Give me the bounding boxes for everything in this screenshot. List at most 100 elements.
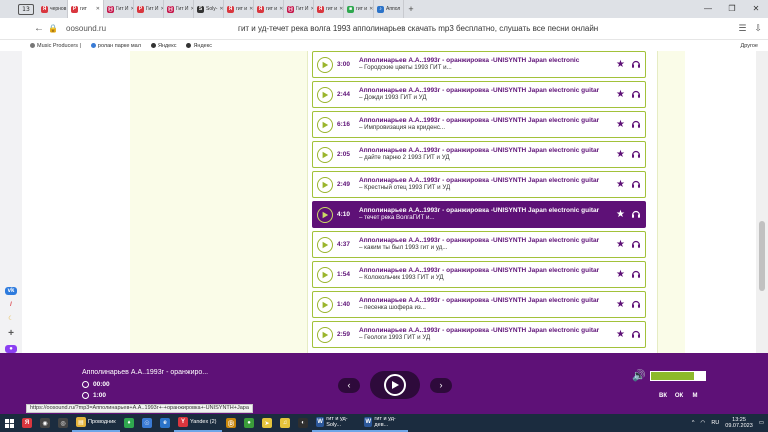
volume-slider[interactable] [649,370,706,381]
star-icon[interactable]: ★ [616,59,625,70]
browser-tab[interactable]: ■ гит и ✕ [344,0,374,18]
track-title[interactable]: Апполинарьев А.А..1993г - оранжировка -U… [359,267,612,275]
taskbar-app[interactable]: Ⓓ [222,414,240,432]
moon-icon[interactable]: ☾ [5,315,17,323]
track-row[interactable]: 6:16 Апполинарьев А.А..1993г - оранжировк… [312,111,646,138]
wifi-icon[interactable]: ◠ [701,420,706,426]
taskbar-clock[interactable]: 13:25 09.07.2023 [725,417,753,429]
tray-chevron-icon[interactable]: ^ [692,420,695,426]
star-icon[interactable]: ★ [616,269,625,280]
taskbar-app[interactable]: ◎ [54,414,72,432]
track-row[interactable]: 2:44 Апполинарьев А.А..1993г - оранжировк… [312,81,646,108]
lock-icon[interactable]: 🔒 [46,24,60,33]
browser-tab[interactable]: PГит И✕ [134,0,164,18]
windows-start-icon[interactable] [0,414,18,432]
bookmark-yandex-2[interactable]: Яндекс [186,43,212,49]
taskbar-app[interactable]: Wгит и уд-Soly... [312,414,360,432]
track-title[interactable]: Апполинарьев А.А..1993г - оранжировка -U… [359,237,612,245]
browser-tab[interactable]: S Soly- ✕ [194,0,224,18]
taskbar-app[interactable]: ◉ [36,414,54,432]
star-icon[interactable]: ★ [616,209,625,220]
taskbar-app[interactable]: ☉ [138,414,156,432]
headphones-icon[interactable] [631,59,641,71]
scroll-thumb[interactable] [759,221,765,291]
bookmark-music-producers[interactable]: Music Producers | [30,43,81,49]
browser-tab[interactable]: Ягит и ✕ [224,0,254,18]
headphones-icon[interactable] [631,119,641,131]
browser-tab[interactable]: ⒽГит И✕ [164,0,194,18]
page-scrollbar[interactable] [756,51,768,353]
track-row[interactable]: 1:54 Апполинарьев А.А..1993г - оранжировк… [312,261,646,288]
taskbar-app[interactable]: Я [18,414,36,432]
track-row[interactable]: 4:10 Апполинарьев А.А..1993г - оранжировк… [312,201,646,228]
browser-tab[interactable]: ⒽГит И✕ [104,0,134,18]
track-title[interactable]: Апполинарьев А.А..1993г - оранжировка -U… [359,117,612,125]
headphones-icon[interactable] [631,239,641,251]
headphones-icon[interactable] [631,149,641,161]
download-icon[interactable]: ⇩ [754,23,762,34]
track-row[interactable]: 3:00 Апполинарьев А.А..1993г - оранжировк… [312,51,646,78]
tab-counter[interactable]: 13 [18,3,34,15]
track-title[interactable]: Апполинарьев А.А..1993г - оранжировка -U… [359,87,612,95]
star-icon[interactable]: ★ [616,119,625,130]
close-tab-icon[interactable]: ✕ [96,6,100,12]
close-window-icon[interactable]: ✕ [744,0,768,18]
play-button[interactable] [370,371,420,399]
vk-share-icon[interactable]: ВК [658,391,668,401]
track-play-button[interactable] [317,116,333,133]
bookmark-yandex-1[interactable]: Яндекс [150,43,176,49]
minimize-icon[interactable]: — [696,0,720,18]
star-icon[interactable]: ★ [616,329,625,340]
star-icon[interactable]: ★ [616,239,625,250]
close-tab-icon[interactable]: ✕ [339,6,343,12]
star-icon[interactable]: ★ [616,149,625,160]
close-tab-icon[interactable]: ✕ [219,6,223,12]
headphones-icon[interactable] [631,299,641,311]
vk-icon[interactable]: vk [5,287,17,295]
track-play-button[interactable] [317,56,333,73]
track-title[interactable]: Апполинарьев А.А..1993г - оранжировка -U… [359,147,612,155]
taskbar-app[interactable]: ➤ [258,414,276,432]
track-play-button[interactable] [317,296,333,313]
notifications-icon[interactable]: ▭ [759,420,764,426]
star-icon[interactable]: ★ [616,179,625,190]
track-row[interactable]: 2:05 Апполинарьев А.А..1993г - оранжировк… [312,141,646,168]
taskbar-app[interactable]: Y Yandex (2) [174,414,222,432]
bookmark-rolan[interactable]: ролан парке мал [90,43,141,49]
taskbar-app[interactable]: ● [240,414,258,432]
headphones-icon[interactable] [631,179,641,191]
slash-icon[interactable]: / [5,301,17,309]
star-icon[interactable]: ★ [616,89,625,100]
track-title[interactable]: Апполинарьев А.А..1993г - оранжировка -U… [359,177,612,185]
ok-share-icon[interactable]: ОК [674,391,684,401]
maximize-icon[interactable]: ❐ [720,0,744,18]
taskbar-app[interactable]: ♫ [276,414,294,432]
track-play-button[interactable] [317,86,333,103]
plus-sidebar-icon[interactable]: + [5,328,17,339]
bookmark-icon[interactable]: ☰ [738,23,746,34]
track-play-button[interactable] [317,266,333,283]
mail-share-icon[interactable]: М [690,391,700,401]
track-row[interactable]: 4:37 Апполинарьев А.А..1993г - оранжировк… [312,231,646,258]
taskbar-app[interactable]: Wгит и уд-дев... [360,414,408,432]
track-play-button[interactable] [317,176,333,193]
track-play-button[interactable] [317,236,333,253]
previous-button[interactable]: ‹ [338,377,360,393]
headphones-icon[interactable] [631,209,641,221]
track-play-button[interactable] [317,146,333,163]
browser-tab[interactable]: Pгит ✕ [68,0,104,18]
track-play-button[interactable] [317,206,333,223]
star-icon[interactable]: ★ [616,299,625,310]
headphones-icon[interactable] [631,329,641,341]
browser-tab[interactable]: Ягит и ✕ [254,0,284,18]
taskbar-app[interactable]: ♦ [120,414,138,432]
browser-tab[interactable]: Ячернов✕ [38,0,68,18]
track-row[interactable]: 2:49 Апполинарьев А.А..1993г - оранжировк… [312,171,646,198]
close-tab-icon[interactable]: ✕ [249,6,253,12]
close-tab-icon[interactable]: ✕ [279,6,283,12]
track-play-button[interactable] [317,326,333,343]
headphones-icon[interactable] [631,269,641,281]
next-button[interactable]: › [430,377,452,393]
taskbar-app[interactable]: ◐ [294,414,312,432]
track-title[interactable]: Апполинарьев А.А..1993г - оранжировка -U… [359,297,612,305]
